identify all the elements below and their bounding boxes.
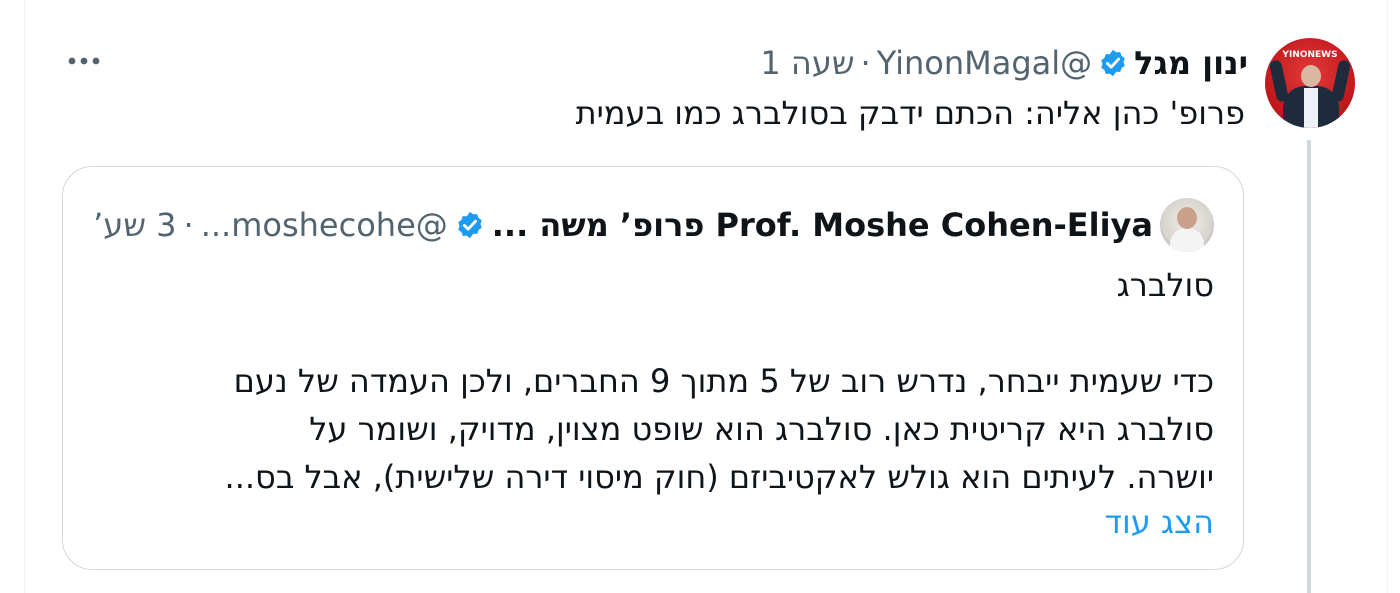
avatar-brand: YINONEWS (1282, 50, 1338, 60)
verified-badge-icon (1098, 48, 1128, 78)
handle[interactable]: @YinonMagal (877, 41, 1092, 85)
thread-line (1307, 140, 1311, 593)
more-options-button[interactable] (64, 44, 104, 78)
timestamp[interactable]: שעה 1 (760, 41, 854, 85)
separator-dot: · (860, 44, 871, 82)
quoted-tweet-card[interactable]: Prof. Moshe Cohen-Eliya פרופ’ משה ... @m… (62, 166, 1244, 570)
tweet-text: פרופ' כהן אליה: הכתם ידבק בסולברג כמו בע… (575, 94, 1245, 132)
more-horizontal-icon (68, 57, 100, 65)
avatar[interactable]: YINONEWS (1265, 38, 1355, 128)
quoted-display-name: Prof. Moshe Cohen-Eliya פרופ’ משה ... (491, 206, 1153, 244)
quoted-line: כדי שעמית ייבחר, נדרש רוב של 5 מתוך 9 הח… (233, 362, 1214, 400)
quoted-line: יושרה. לעיתים הוא גולש לאקטיביזם (חוק מי… (224, 458, 1214, 496)
quoted-handle: @moshecohe... (200, 206, 448, 244)
display-name[interactable]: ינון מגל (1134, 41, 1248, 85)
quoted-tweet-header: Prof. Moshe Cohen-Eliya פרופ’ משה ... @m… (93, 197, 1214, 253)
quoted-line: סולברג היא קריטית כאן. סולברג הוא שופט מ… (309, 410, 1214, 448)
verified-badge-icon (455, 210, 485, 240)
separator-dot: · (183, 206, 194, 244)
quoted-avatar[interactable] (1160, 198, 1214, 252)
timeline-right-border (1387, 0, 1388, 593)
quoted-line: סולברג (1116, 266, 1214, 304)
quoted-tweet-text: סולברג כדי שעמית ייבחר, נדרש רוב של 5 מת… (90, 261, 1214, 501)
show-more-link[interactable]: הצג עוד (1105, 498, 1214, 546)
quoted-timestamp: 3 שע’ (93, 206, 177, 244)
tweet-header: ינון מגל @YinonMagal · שעה 1 (760, 41, 1248, 85)
timeline-left-border (24, 0, 25, 593)
